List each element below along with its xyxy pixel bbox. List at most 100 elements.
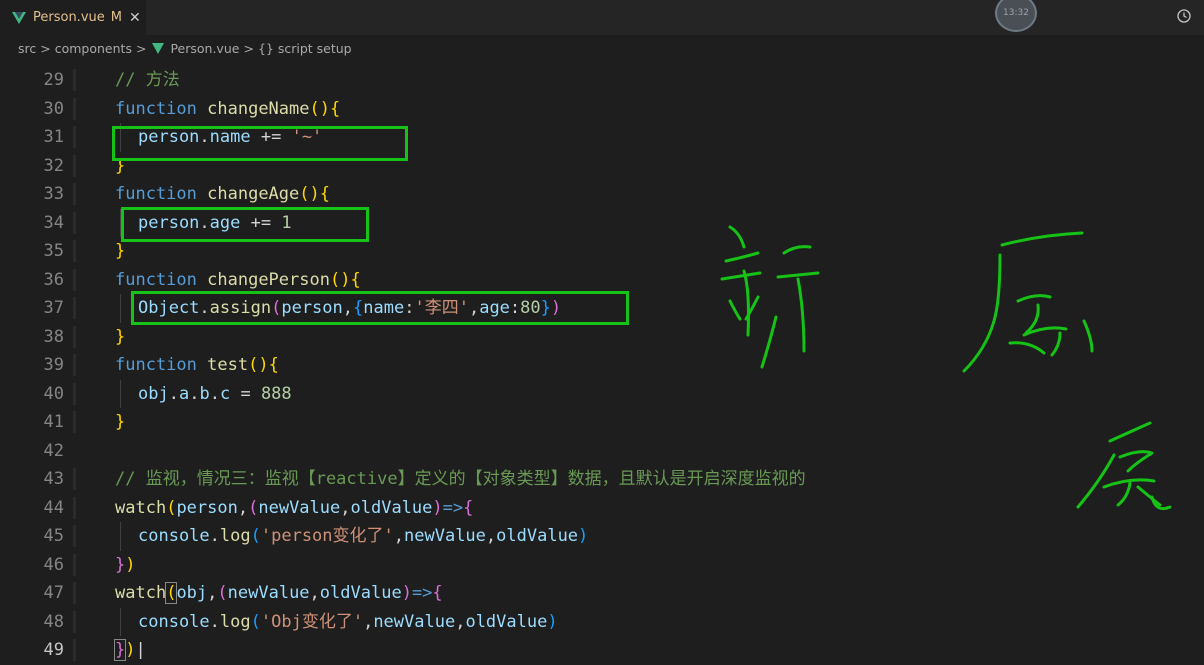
function-name: changeAge: [207, 184, 300, 204]
line-number: 43: [43, 469, 64, 489]
keyword: function: [115, 98, 197, 119]
line-number: 47: [43, 583, 64, 603]
line-number: 33: [43, 184, 64, 204]
number-literal: 888: [260, 383, 292, 404]
line-number: 36: [43, 269, 64, 290]
function-name: changeName: [207, 98, 310, 119]
vue-file-icon: [152, 42, 165, 54]
identifier: oldValue: [496, 526, 579, 546]
string-literal: 'person变化了': [260, 526, 394, 546]
gutter-change-marker: [73, 268, 76, 291]
identifier: console: [138, 526, 210, 546]
code-line: 49 })|: [0, 636, 1204, 665]
gutter-change-marker: [73, 468, 76, 490]
indent-guide: [120, 522, 121, 551]
line-number: 48: [43, 611, 64, 632]
identifier: newValue: [227, 583, 310, 603]
handwriting-annotation: [720, 225, 1172, 511]
gutter-change-marker: [73, 553, 76, 576]
identifier: person: [176, 497, 238, 518]
line-number: 35: [43, 241, 64, 261]
identifier: newValue: [258, 497, 341, 518]
identifier: oldValue: [319, 583, 402, 603]
gutter-change-marker: [73, 411, 76, 433]
indent-guide: [120, 294, 121, 323]
identifier: c: [219, 383, 231, 404]
breadcrumb-components[interactable]: components: [55, 41, 132, 56]
line-number: 39: [43, 355, 64, 375]
gutter-change-marker: [73, 154, 76, 177]
function-name: log: [219, 611, 251, 632]
gutter-change-marker: [73, 382, 76, 405]
line-number: 45: [43, 526, 64, 546]
breadcrumb-scope[interactable]: {} script setup: [258, 41, 352, 56]
gutter-change-marker: [73, 610, 76, 633]
line-number: 40: [43, 383, 64, 404]
gutter-change-marker: [73, 97, 76, 120]
code-line: 48 console.log('Obj变化了',newValue,oldValu…: [0, 607, 1204, 636]
code-line: 30 function changeName(){: [0, 95, 1204, 124]
line-number: 30: [43, 98, 64, 119]
breadcrumb-separator: >: [243, 40, 254, 56]
identifier: oldValue: [350, 497, 433, 518]
highlight-box-name: [112, 126, 408, 161]
line-number: 44: [43, 497, 64, 518]
line-number: 32: [43, 155, 64, 176]
identifier: obj: [176, 583, 208, 603]
function-name: watch: [115, 583, 167, 603]
identifier: console: [138, 611, 210, 632]
identifier: a: [178, 383, 190, 404]
highlight-box-age: [121, 207, 369, 242]
breadcrumb-separator: >: [40, 40, 51, 56]
keyword: function: [115, 355, 197, 375]
function-name: changePerson: [207, 269, 330, 290]
gutter-change-marker: [73, 183, 76, 205]
line-number: 34: [43, 212, 64, 233]
function-name: test: [207, 355, 249, 375]
gutter-change-marker: [73, 297, 76, 319]
identifier: b: [199, 383, 210, 404]
string-literal: 'Obj变化了': [260, 611, 364, 632]
history-icon[interactable]: [1176, 8, 1192, 24]
gutter-change-marker: [73, 325, 76, 348]
identifier: newValue: [373, 611, 456, 632]
indent-guide: [120, 379, 121, 408]
gutter-change-marker: [73, 240, 76, 262]
breadcrumb-file[interactable]: Person.vue: [170, 41, 239, 56]
line-number: 41: [43, 412, 64, 432]
line-number: 42: [43, 440, 64, 461]
close-icon[interactable]: ✕: [129, 10, 141, 26]
identifier: obj: [138, 383, 169, 404]
gutter-change-marker: [73, 496, 76, 519]
breadcrumb-src[interactable]: src: [18, 41, 36, 56]
tab-person-vue[interactable]: Person.vue M ✕: [0, 0, 146, 35]
identifier: oldValue: [465, 611, 548, 632]
line-number: 49: [43, 640, 64, 660]
identifier: newValue: [404, 526, 486, 546]
code-line: 46 }): [0, 551, 1204, 580]
code-line: 47 watch(obj,(newValue,oldValue)=>{: [0, 579, 1204, 608]
line-number: 29: [43, 70, 64, 90]
arrow-operator: =>: [442, 497, 464, 518]
line-number: 38: [43, 326, 64, 347]
arrow-operator: =>: [411, 583, 433, 603]
gutter-change-marker: [73, 525, 76, 547]
function-name: log: [219, 526, 251, 546]
tab-bar: Person.vue M ✕ 13:32: [0, 0, 1204, 35]
function-name: watch: [115, 497, 167, 518]
vue-file-icon: [12, 11, 26, 24]
keyword: function: [115, 184, 197, 204]
code-comment: // 方法: [115, 70, 180, 90]
gutter-change-marker: [73, 354, 76, 376]
gutter-change-marker: [73, 69, 76, 91]
code-line: 29 // 方法: [0, 66, 1204, 95]
clock-widget: 13:32: [995, 0, 1037, 32]
code-editor[interactable]: 29 // 方法 30 function changeName(){ 31 pe…: [0, 61, 1204, 663]
breadcrumb: src > components > Person.vue > {} scrip…: [0, 35, 1204, 61]
gutter-change-marker: [73, 126, 76, 148]
indent-guide: [120, 607, 121, 636]
operator: =: [230, 383, 261, 404]
line-number: 37: [43, 298, 64, 318]
line-number: 31: [43, 127, 64, 147]
gutter-change-marker: [73, 582, 76, 604]
